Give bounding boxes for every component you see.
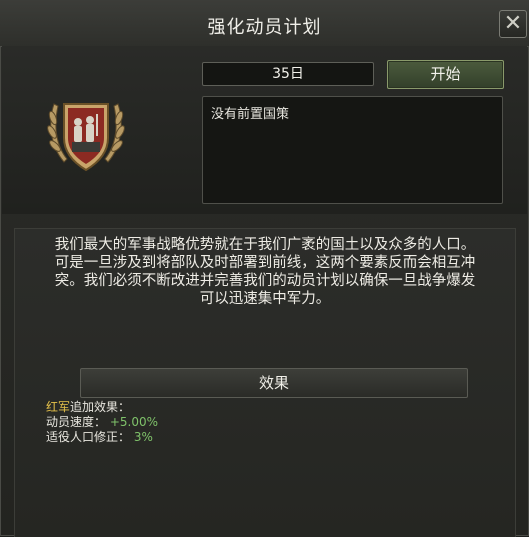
description-line: 可是一旦涉及到将部队及时部署到前线，这两个要素反而会相互冲 bbox=[54, 255, 476, 271]
country-name[interactable]: 红军 bbox=[46, 400, 70, 414]
window-title: 强化动员计划 bbox=[207, 17, 322, 38]
effect-value: +5.00% bbox=[109, 415, 159, 429]
effects-list: 红军追加效果： 动员速度： +5.00% 适役人口修正： 3% bbox=[46, 400, 158, 445]
focus-window: 强化动员计划 ✕ 35日 开始 没有前置国策 我们最大的军事战略优势就在于我们广… bbox=[0, 0, 529, 537]
description-line: 突。我们必须不断改进并完善我们的动员计划以确保一旦战争爆发 bbox=[54, 273, 476, 289]
title-bar: 强化动员计划 ✕ bbox=[0, 0, 529, 47]
description-line: 可以迅速集中军力。 bbox=[199, 291, 331, 307]
effect-row-manpower: 适役人口修正： 3% bbox=[46, 430, 158, 445]
description-line: 我们最大的军事战略优势就在于我们广袤的国土以及众多的人口。 bbox=[54, 237, 476, 253]
effect-scope-row: 红军追加效果： bbox=[46, 400, 158, 415]
prerequisites-box: 没有前置国策 bbox=[202, 96, 503, 204]
close-button[interactable]: ✕ bbox=[499, 10, 527, 38]
start-focus-button[interactable]: 开始 bbox=[387, 60, 504, 89]
close-icon: ✕ bbox=[503, 11, 523, 36]
effects-header: 效果 bbox=[80, 368, 468, 398]
focus-emblem-icon bbox=[47, 103, 125, 172]
effect-value: 3% bbox=[133, 430, 153, 444]
effect-row-mobilization: 动员速度： +5.00% bbox=[46, 415, 158, 430]
duration-display: 35日 bbox=[202, 62, 374, 86]
focus-description: 我们最大的军事战略优势就在于我们广袤的国土以及众多的人口。 可是一旦涉及到将部队… bbox=[30, 236, 500, 308]
effect-scope-label: 追加效果： bbox=[70, 400, 131, 414]
effect-label: 适役人口修正： bbox=[46, 430, 131, 444]
prerequisite-text: 没有前置国策 bbox=[211, 107, 290, 122]
effect-label: 动员速度： bbox=[46, 415, 107, 429]
